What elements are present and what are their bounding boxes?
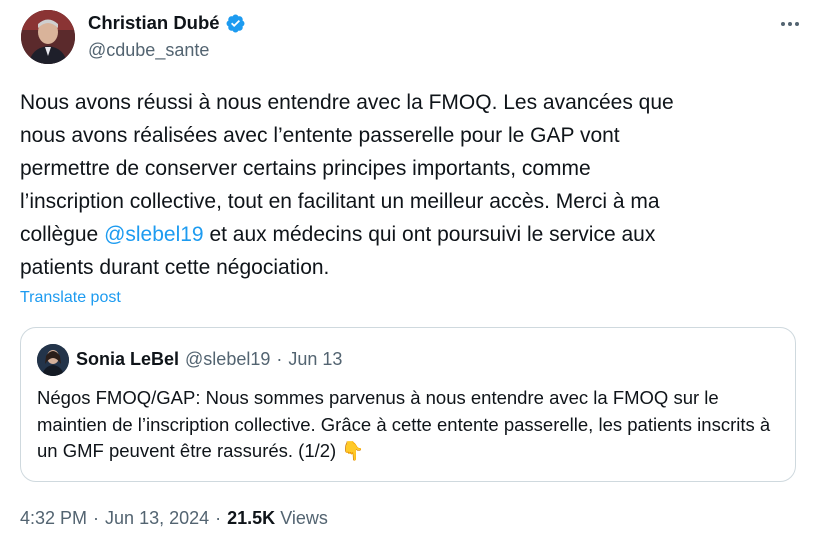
- quoted-display-name[interactable]: Sonia LeBel: [76, 349, 179, 370]
- quoted-tweet[interactable]: Sonia LeBel @slebel19 · Jun 13 Négos FMO…: [20, 327, 796, 482]
- footer-separator-2: ·: [215, 508, 222, 528]
- author-avatar[interactable]: [21, 10, 75, 64]
- translate-post-link[interactable]: Translate post: [20, 289, 121, 307]
- tweet-time[interactable]: 4:32 PM: [20, 508, 87, 529]
- author-avatar-image: [21, 10, 75, 64]
- footer-separator-1: ·: [93, 508, 100, 528]
- author-display-name[interactable]: Christian Dubé: [88, 12, 220, 34]
- views-label: Views: [280, 508, 328, 528]
- mention-link[interactable]: @slebel19: [104, 223, 204, 246]
- quoted-author-avatar[interactable]: [37, 344, 69, 376]
- tweet-date[interactable]: Jun 13, 2024: [105, 508, 209, 529]
- tweet-text: Nous avons réussi à nous entendre avec l…: [20, 86, 810, 284]
- quoted-header: Sonia LeBel @slebel19 · Jun 13: [76, 349, 342, 370]
- author-handle[interactable]: @cdube_sante: [88, 40, 209, 61]
- views-stat[interactable]: 21.5K Views: [227, 508, 328, 529]
- quoted-separator: ·: [276, 349, 283, 369]
- more-options-icon[interactable]: [777, 14, 803, 34]
- quoted-text: Négos FMOQ/GAP: Nous sommes parvenus à n…: [37, 387, 771, 461]
- quoted-handle[interactable]: @slebel19: [185, 349, 270, 370]
- quoted-date[interactable]: Jun 13: [288, 349, 342, 370]
- views-count: 21.5K: [227, 508, 276, 528]
- quoted-avatar-image: [37, 344, 69, 376]
- author-name-row: Christian Dubé: [88, 12, 246, 34]
- tweet-footer: 4:32 PM · Jun 13, 2024 · 21.5K Views: [20, 508, 328, 529]
- verified-badge-icon[interactable]: [225, 13, 246, 34]
